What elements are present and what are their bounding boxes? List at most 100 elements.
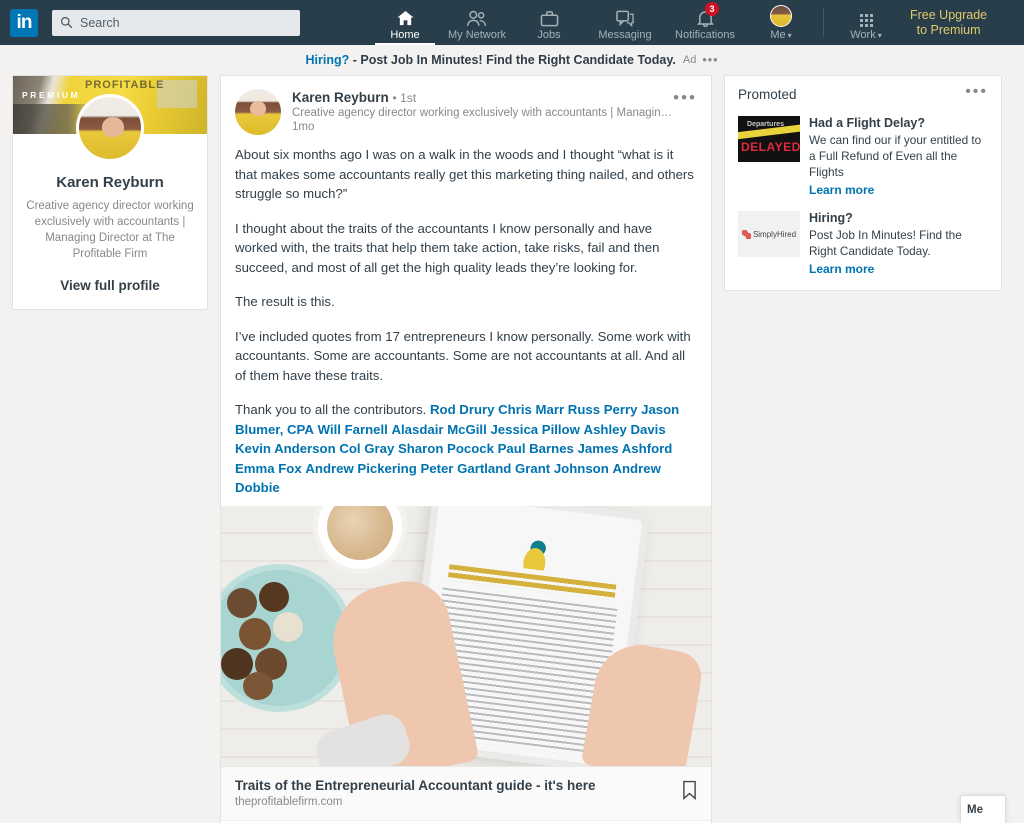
promoted-menu-icon[interactable]: •••: [965, 84, 988, 100]
post-menu-icon[interactable]: •••: [673, 89, 697, 135]
nav-divider: [823, 8, 824, 37]
nav-item-me[interactable]: Me ▾: [745, 0, 817, 45]
contributor-mention[interactable]: Paul Barnes: [498, 441, 574, 456]
people-icon: [466, 8, 488, 27]
bookmark-icon[interactable]: [682, 780, 697, 800]
thanks-prefix: Thank you to all the contributors.: [235, 402, 427, 417]
post-paragraph: The result is this.: [235, 294, 335, 309]
contributor-mention[interactable]: Chris Marr: [498, 402, 564, 417]
grid-icon: [859, 8, 873, 27]
promoted-card: Promoted ••• Departures DELAYED Had a Fl…: [724, 75, 1002, 291]
linkedin-logo[interactable]: in: [10, 8, 38, 37]
truffle-shape: [227, 587, 257, 618]
contributor-mention[interactable]: Grant Johnson: [515, 461, 609, 476]
chevron-down-icon: ▾: [787, 30, 792, 40]
nav-label-jobs: Jobs: [537, 28, 561, 41]
left-column: PROFITABLE PREMIUM Karen Reyburn Creativ…: [12, 75, 208, 310]
flight-board-icon: Departures DELAYED: [738, 116, 800, 162]
promoted-thumbnail-simplyhired: SimplyHired: [738, 211, 800, 257]
search-box[interactable]: [52, 9, 300, 36]
contributor-mention[interactable]: Sharon Pocock: [398, 441, 494, 456]
chat-bubble-icon: [615, 8, 635, 27]
link-preview-domain: theprofitablefirm.com: [235, 795, 343, 808]
nav-item-work[interactable]: Work ▾: [830, 0, 902, 45]
promoted-item-body: Hiring? Post Job In Minutes! Find the Ri…: [809, 211, 988, 276]
contributor-mention[interactable]: Peter Gartland: [420, 461, 511, 476]
feed-post: Karen Reyburn • 1st Creative agency dire…: [220, 75, 712, 823]
promoted-title: Promoted: [738, 87, 797, 102]
link-preview-text: Traits of the Entrepreneurial Accountant…: [235, 778, 682, 808]
contributor-mention[interactable]: Andrew Pickering: [305, 461, 416, 476]
link-preview-title[interactable]: Traits of the Entrepreneurial Accountant…: [235, 778, 682, 793]
promoted-item[interactable]: SimplyHired Hiring? Post Job In Minutes!…: [725, 211, 1001, 290]
post-paragraph: About six months ago I was on a walk in …: [235, 147, 694, 201]
page-body: PROFITABLE PREMIUM Karen Reyburn Creativ…: [0, 75, 1024, 823]
post-author-avatar[interactable]: [235, 89, 281, 135]
home-icon: [396, 8, 415, 27]
post-paragraph: I’ve included quotes from 17 entrepreneu…: [235, 328, 691, 383]
promoted-item-cta[interactable]: Learn more: [809, 183, 988, 197]
briefcase-icon: [540, 8, 559, 27]
nav-item-jobs[interactable]: Jobs: [513, 0, 585, 45]
post-engagement-stats[interactable]: 85 Likes · 16 Comments: [221, 819, 711, 823]
promoted-item-description: Post Job In Minutes! Find the Right Cand…: [809, 228, 962, 258]
post-author-meta: Karen Reyburn • 1st Creative agency dire…: [292, 89, 673, 135]
banner-word: PROFITABLE: [85, 79, 165, 91]
search-icon: [60, 16, 73, 29]
messaging-dock[interactable]: Me: [960, 795, 1006, 823]
contributor-mention[interactable]: Alasdair McGill: [391, 422, 486, 437]
ad-strip-link[interactable]: Hiring?: [306, 53, 350, 67]
search-input[interactable]: [80, 15, 280, 30]
chevron-down-icon-work: ▾: [877, 30, 882, 40]
profile-card[interactable]: PROFITABLE PREMIUM Karen Reyburn Creativ…: [12, 75, 208, 310]
profile-avatar[interactable]: [76, 94, 144, 162]
promoted-thumbnail-flight: Departures DELAYED: [738, 116, 800, 162]
link-preview-card[interactable]: Traits of the Entrepreneurial Accountant…: [221, 765, 711, 820]
nav-item-messaging[interactable]: Messaging: [585, 0, 665, 45]
simplyhired-mark: [741, 229, 751, 239]
premium-line-1: Free Upgrade: [910, 7, 988, 22]
nav-label-notifications: Notifications: [675, 28, 735, 41]
contributor-mention[interactable]: Jessica Pillow: [490, 422, 579, 437]
coffee-cup-shape: [313, 505, 407, 574]
contributor-mention[interactable]: Russ Perry: [568, 402, 638, 417]
free-upgrade-premium-link[interactable]: Free Upgrade to Premium: [902, 0, 1018, 45]
truffle-shape-white: [273, 611, 303, 642]
contributor-mention[interactable]: Will Farnell: [318, 422, 388, 437]
contributor-mention[interactable]: Ashley Davis: [584, 422, 666, 437]
post-contributors-paragraph: Thank you to all the contributors. Rod D…: [235, 400, 697, 498]
truffle-shape: [259, 581, 289, 612]
simplyhired-logo-icon: SimplyHired: [738, 211, 800, 257]
view-full-profile-link[interactable]: View full profile: [25, 278, 195, 293]
post-header: Karen Reyburn • 1st Creative agency dire…: [221, 76, 711, 135]
nav-item-home[interactable]: Home: [369, 0, 441, 45]
profile-headline: Creative agency director working exclusi…: [26, 200, 194, 260]
contributor-mention[interactable]: James Ashford: [578, 441, 673, 456]
notifications-badge: 3: [705, 2, 719, 16]
post-image[interactable]: [221, 505, 711, 766]
simplyhired-wordmark: SimplyHired: [752, 229, 797, 239]
top-navigation-bar: in Home My Network: [0, 0, 1024, 45]
nav-item-notifications[interactable]: 3 Notifications: [665, 0, 745, 45]
promoted-item-cta[interactable]: Learn more: [809, 262, 988, 276]
truffle-shape: [243, 671, 273, 700]
nav-label-messaging: Messaging: [598, 28, 652, 41]
promoted-item-body: Had a Flight Delay? We can find our if y…: [809, 116, 988, 197]
sponsored-ad-strip[interactable]: Hiring? - Post Job In Minutes! Find the …: [0, 45, 1024, 75]
nav-label-work: Work ▾: [850, 28, 882, 41]
nav-label-home: Home: [390, 28, 420, 41]
nav-item-my-network[interactable]: My Network: [441, 0, 513, 45]
contributor-mention[interactable]: Rod Drury: [430, 402, 494, 417]
post-author-name[interactable]: Karen Reyburn • 1st: [292, 90, 673, 105]
ad-strip-menu-icon[interactable]: •••: [702, 53, 718, 67]
contributor-mention[interactable]: Col Gray: [339, 441, 394, 456]
profile-name: Karen Reyburn: [56, 174, 164, 191]
tablet-logo-shape: [516, 537, 555, 572]
contributor-mention[interactable]: Kevin Anderson: [235, 441, 336, 456]
promoted-item[interactable]: Departures DELAYED Had a Flight Delay? W…: [725, 106, 1001, 211]
contributor-mention[interactable]: Emma Fox: [235, 461, 302, 476]
post-timestamp: 1mo: [292, 121, 315, 133]
promoted-item-description: We can find our if your entitled to a Fu…: [809, 133, 982, 179]
promoted-header: Promoted •••: [725, 76, 1001, 106]
avatar-icon: [770, 4, 792, 27]
